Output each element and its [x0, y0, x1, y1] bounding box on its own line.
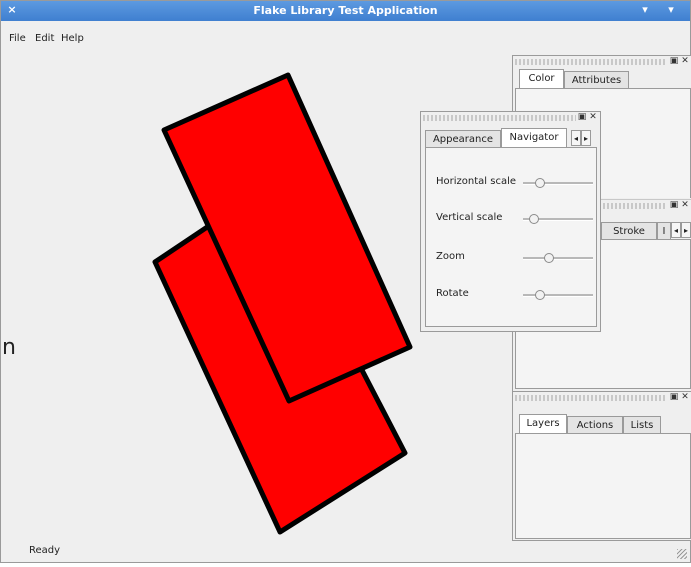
tab-stroke[interactable]: Stroke — [601, 222, 657, 239]
cutoff-text: n — [2, 335, 16, 360]
slider-thumb[interactable] — [535, 178, 545, 188]
tab-partial[interactable]: I — [657, 222, 671, 239]
slider-thumb[interactable] — [535, 290, 545, 300]
zoom-label: Zoom — [436, 251, 465, 262]
navigator-pane: Horizontal scale Vertical scale Zoom Rot… — [425, 147, 597, 327]
slider-thumb[interactable] — [544, 253, 554, 263]
navigator-dock: ▣ ✕ Appearance Navigator ◂ ▸ Horizontal … — [420, 111, 601, 332]
layers-pane — [515, 433, 691, 539]
stroke-tab-left-arrow[interactable]: ◂ — [671, 222, 681, 238]
color-dock-handle[interactable] — [515, 59, 667, 65]
navigator-tab-right-arrow[interactable]: ▸ — [581, 130, 591, 146]
title-bar[interactable]: × Flake Library Test Application ▾ ▾ — [1, 1, 690, 21]
tab-layers[interactable]: Layers — [519, 414, 567, 433]
slider-thumb[interactable] — [529, 214, 539, 224]
horizontal-scale-label: Horizontal scale — [436, 176, 517, 187]
navigator-dock-float-button[interactable]: ▣ — [577, 112, 587, 122]
tab-navigator[interactable]: Navigator — [501, 128, 567, 147]
layers-dock-float-button[interactable]: ▣ — [669, 392, 679, 402]
navigator-dock-close-button[interactable]: ✕ — [588, 112, 598, 122]
menu-help[interactable]: Help — [61, 33, 84, 44]
vertical-scale-slider[interactable] — [523, 214, 593, 224]
vertical-scale-label: Vertical scale — [436, 212, 503, 223]
layers-dock-handle[interactable] — [515, 395, 667, 401]
slider-track — [523, 257, 593, 260]
tab-appearance[interactable]: Appearance — [425, 130, 501, 147]
tab-attributes[interactable]: Attributes — [564, 71, 629, 88]
layers-dock: ▣ ✕ Layers Actions Lists — [512, 391, 691, 541]
rotate-label: Rotate — [436, 288, 469, 299]
tab-actions[interactable]: Actions — [567, 416, 623, 433]
resize-grip[interactable] — [677, 549, 687, 559]
window-menu-button[interactable]: ▾ — [664, 3, 678, 17]
menu-edit[interactable]: Edit — [35, 33, 54, 44]
color-dock-close-button[interactable]: ✕ — [680, 56, 690, 66]
horizontal-scale-slider[interactable] — [523, 178, 593, 188]
stroke-tab-right-arrow[interactable]: ▸ — [681, 222, 691, 238]
zoom-slider[interactable] — [523, 253, 593, 263]
window-minimize-button[interactable]: ▾ — [638, 3, 652, 17]
slider-track — [523, 294, 593, 297]
window-title: Flake Library Test Application — [253, 4, 438, 17]
tab-color[interactable]: Color — [519, 69, 564, 88]
status-bar: Ready — [1, 542, 690, 562]
tab-lists[interactable]: Lists — [623, 416, 661, 433]
stroke-dock-close-button[interactable]: ✕ — [680, 200, 690, 210]
color-dock-float-button[interactable]: ▣ — [669, 56, 679, 66]
application-window: × Flake Library Test Application ▾ ▾ Fil… — [0, 0, 691, 563]
status-text: Ready — [29, 545, 61, 556]
slider-track — [523, 182, 593, 185]
layers-dock-close-button[interactable]: ✕ — [680, 392, 690, 402]
navigator-tab-left-arrow[interactable]: ◂ — [571, 130, 581, 146]
rotate-slider[interactable] — [523, 290, 593, 300]
stroke-dock-float-button[interactable]: ▣ — [669, 200, 679, 210]
menu-file[interactable]: File — [9, 33, 26, 44]
menu-bar: File Edit Help — [1, 21, 690, 49]
navigator-dock-handle[interactable] — [423, 115, 576, 121]
